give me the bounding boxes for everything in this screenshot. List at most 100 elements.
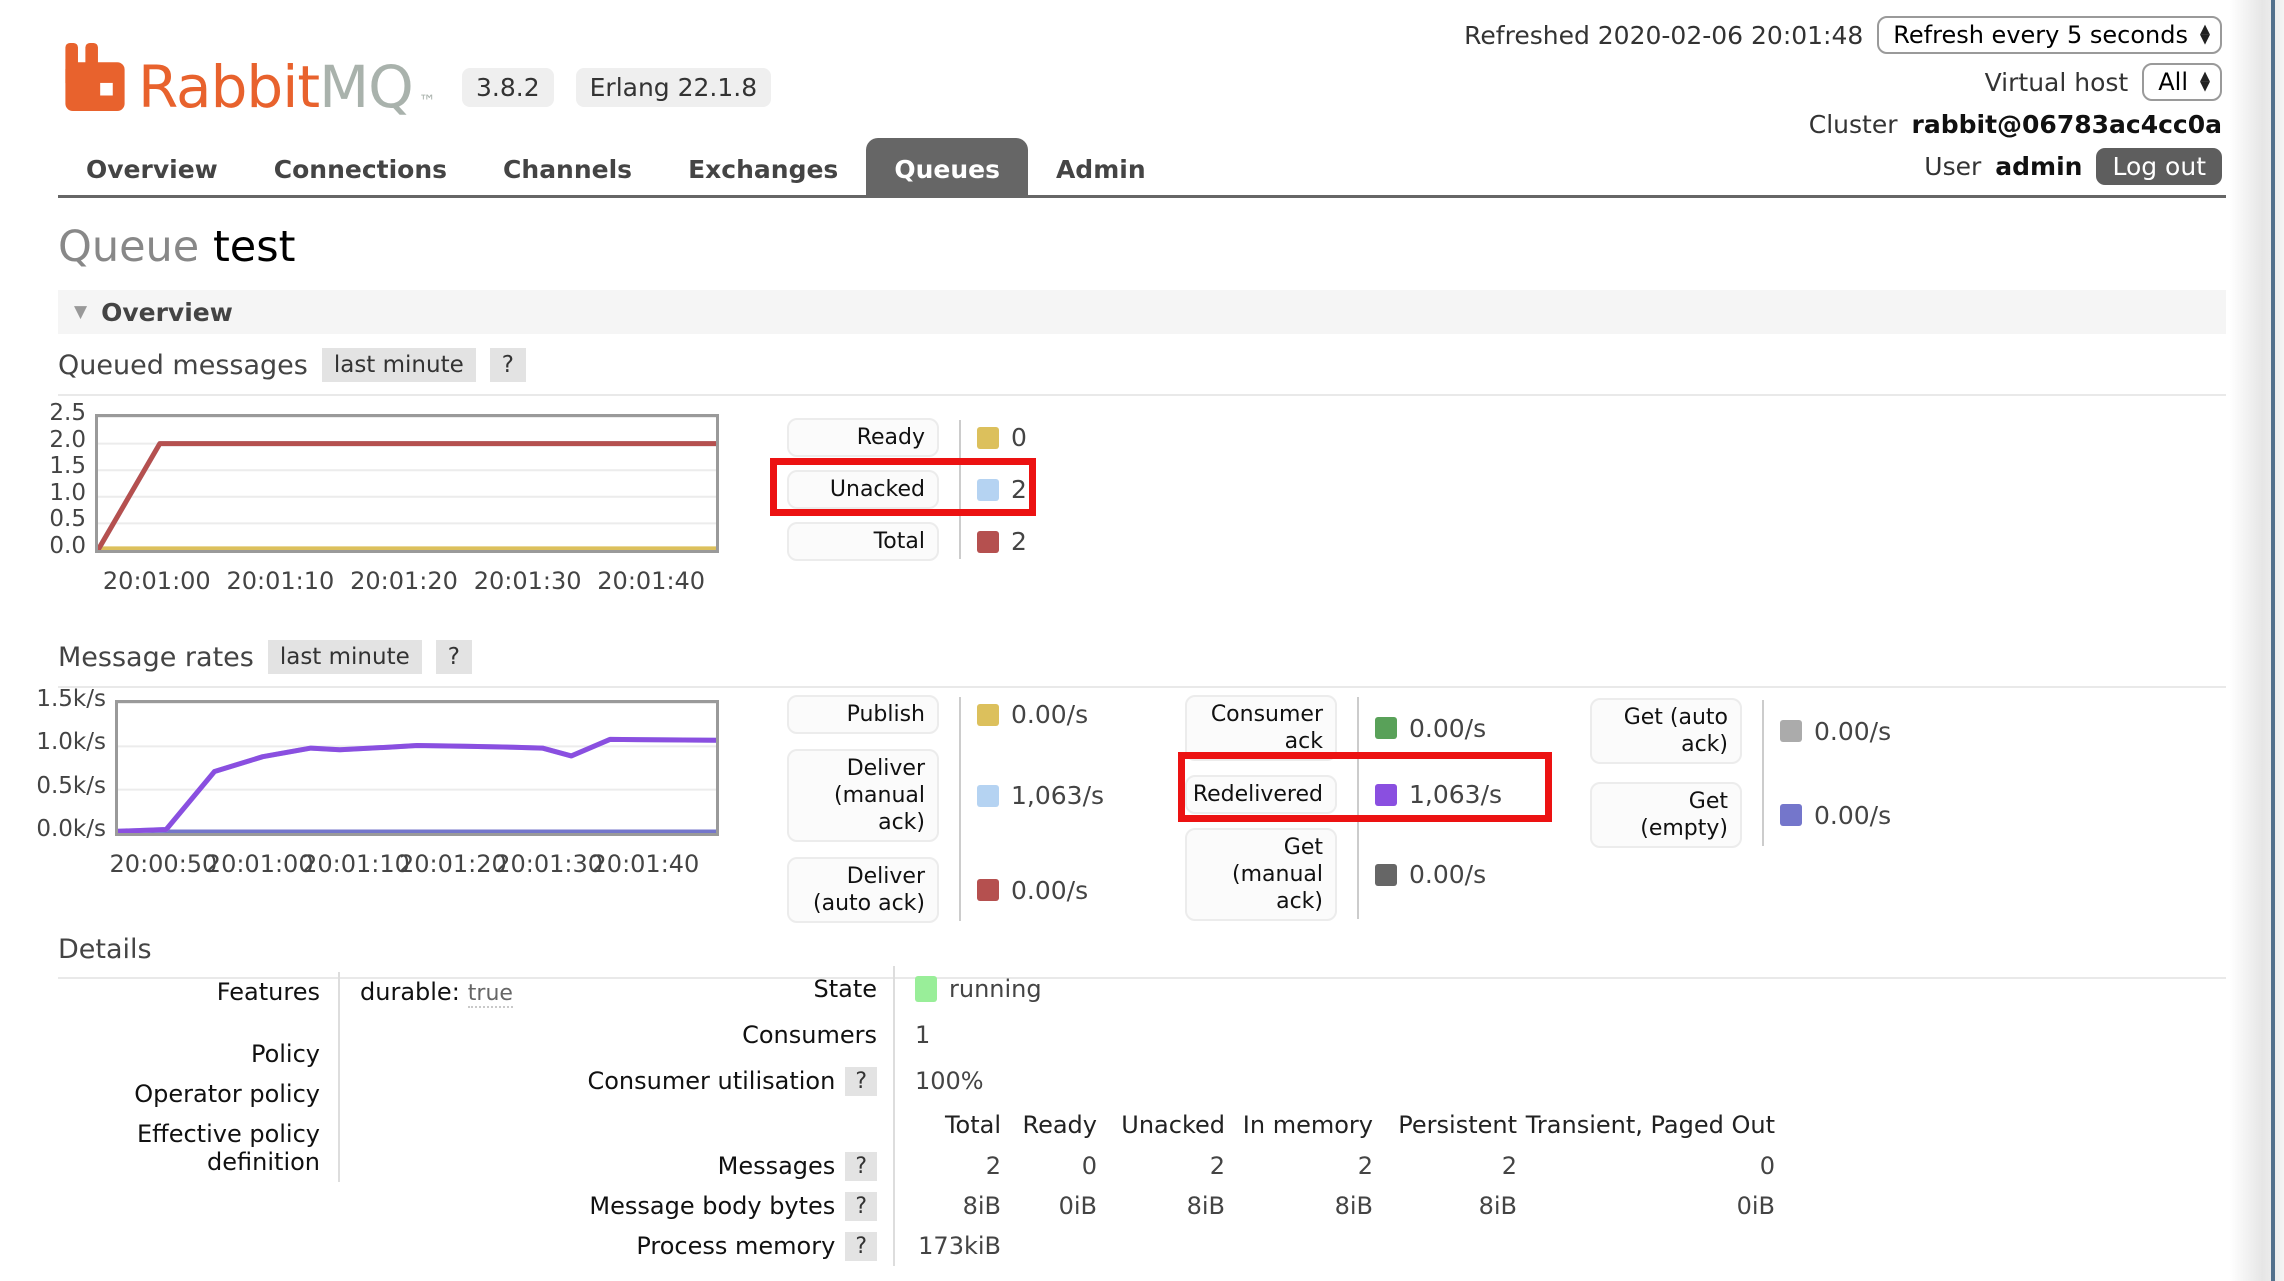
redelivered-value: 1,063/s (1409, 780, 1502, 809)
legend-row-total: Total 2 (787, 522, 1027, 561)
get-auto-value: 0.00/s (1814, 717, 1891, 746)
deliver-auto-value: 0.00/s (1011, 876, 1088, 905)
message-body-bytes-row: Message body bytes? 8iB 0iB 8iB 8iB 8iB … (433, 1186, 1775, 1226)
logo-trademark: ™ (419, 92, 436, 120)
window-edge-scrollbar[interactable] (2230, 0, 2284, 1281)
rabbitmq-logo[interactable]: RabbitMQ ™ (58, 40, 436, 120)
main-nav-tabs: Overview Connections Channels Exchanges … (58, 138, 2226, 198)
get-auto-swatch (1780, 720, 1802, 742)
vhost-label: Virtual host (1985, 68, 2129, 97)
legend-row-get-auto: Get (auto ack) 0.00/s (1590, 698, 1891, 764)
tab-admin[interactable]: Admin (1028, 142, 1174, 195)
legend-label-get-empty[interactable]: Get (empty) (1590, 782, 1742, 848)
select-arrows-icon: ▲▼ (2200, 25, 2210, 45)
ready-value: 0 (1011, 423, 1027, 452)
process-memory-row: Process memory? 173kiB (433, 1226, 1775, 1266)
legend-row-redelivered: Redelivered 1,063/s (1185, 775, 1502, 814)
rabbitmq-icon (58, 40, 132, 120)
queued-messages-legend: Ready 0 Unacked 2 Total 2 (787, 418, 1027, 561)
legend-row-publish: Publish 0.00/s (787, 695, 1104, 734)
legend-label-deliver-manual[interactable]: Deliver (manual ack) (787, 749, 939, 842)
messages-row: Messages? 2 0 2 2 2 0 (433, 1146, 1775, 1186)
tab-connections[interactable]: Connections (246, 142, 475, 195)
total-swatch (977, 531, 999, 553)
consumers-value: 1 (893, 1012, 930, 1058)
legend-label-get-manual[interactable]: Get (manual ack) (1185, 828, 1337, 921)
legend-row-get-manual: Get (manual ack) 0.00/s (1185, 828, 1502, 921)
redelivered-swatch (1375, 784, 1397, 806)
legend-label-total[interactable]: Total (787, 522, 939, 561)
version-badges: 3.8.2 Erlang 22.1.8 (462, 68, 771, 107)
legend-label-get-auto[interactable]: Get (auto ack) (1590, 698, 1742, 764)
get-manual-value: 0.00/s (1409, 860, 1486, 889)
rates-legend-col3: Get (auto ack) 0.00/s Get (empty) 0.00/s (1590, 698, 1891, 848)
unacked-swatch (977, 479, 999, 501)
rates-legend-col1: Publish 0.00/s Deliver (manual ack) 1,06… (787, 695, 1104, 923)
details-right-block: State running Consumers 1 Consumer utili… (433, 966, 1775, 1266)
page-title: Queue test (58, 222, 296, 272)
effective-policy-label: Effective policy definition (58, 1114, 338, 1182)
message-body-bytes-label: Message body bytes (589, 1192, 835, 1220)
publish-swatch (977, 704, 999, 726)
stats-column-headers: Total Ready Unacked In memory Persistent… (915, 1111, 1775, 1139)
deliver-manual-value: 1,063/s (1011, 781, 1104, 810)
help-icon[interactable]: ? (490, 348, 526, 382)
help-icon[interactable]: ? (845, 1152, 877, 1181)
rates-legend-col2: Consumer ack 0.00/s Redelivered 1,063/s … (1185, 695, 1502, 921)
time-range-badge[interactable]: last minute (268, 640, 422, 674)
get-empty-value: 0.00/s (1814, 801, 1891, 830)
message-rates-heading: Message rates last minute ? (58, 640, 2226, 688)
legend-label-unacked[interactable]: Unacked (787, 470, 939, 509)
process-memory-values: 173kiB (915, 1232, 1775, 1260)
state-row: State running (433, 966, 1775, 1012)
collapse-triangle-icon: ▼ (74, 302, 87, 322)
message-body-bytes-values: 8iB 0iB 8iB 8iB 8iB 0iB (915, 1192, 1775, 1220)
deliver-auto-swatch (977, 879, 999, 901)
consumer-ack-value: 0.00/s (1409, 714, 1486, 743)
consumers-row: Consumers 1 (433, 1012, 1775, 1058)
tab-channels[interactable]: Channels (475, 142, 660, 195)
legend-label-deliver-auto[interactable]: Deliver (auto ack) (787, 857, 939, 923)
legend-label-consumer-ack[interactable]: Consumer ack (1185, 695, 1337, 761)
tab-queues[interactable]: Queues (866, 138, 1028, 195)
publish-value: 0.00/s (1011, 700, 1088, 729)
legend-label-publish[interactable]: Publish (787, 695, 939, 734)
help-icon[interactable]: ? (845, 1067, 877, 1096)
refreshed-label: Refreshed 2020-02-06 20:01:48 (1464, 21, 1863, 50)
chart-plot-area (95, 414, 719, 553)
logo-text: RabbitMQ (138, 54, 413, 120)
total-value: 2 (1011, 527, 1027, 556)
refresh-interval-select[interactable]: Refresh every 5 seconds ▲▼ (1877, 16, 2222, 54)
help-icon[interactable]: ? (845, 1232, 877, 1261)
utilisation-row: Consumer utilisation? 100% (433, 1058, 1775, 1104)
legend-label-redelivered[interactable]: Redelivered (1185, 775, 1337, 814)
get-empty-swatch (1780, 804, 1802, 826)
legend-row-unacked: Unacked 2 (787, 470, 1027, 509)
x-axis-labels: 20:01:0020:01:1020:01:2020:01:3020:01:40 (95, 559, 713, 593)
tab-exchanges[interactable]: Exchanges (660, 142, 866, 195)
stats-header-row: Total Ready Unacked In memory Persistent… (433, 1104, 1775, 1146)
erlang-version-badge: Erlang 22.1.8 (576, 68, 772, 107)
features-label: Features (58, 972, 338, 1034)
legend-label-ready[interactable]: Ready (787, 418, 939, 457)
process-memory-label: Process memory (636, 1232, 835, 1260)
select-arrows-icon: ▲▼ (2200, 72, 2210, 92)
legend-row-consumer-ack: Consumer ack 0.00/s (1185, 695, 1502, 761)
consumers-label: Consumers (433, 1021, 893, 1049)
time-range-badge[interactable]: last minute (322, 348, 476, 382)
cluster-name: rabbit@06783ac4cc0a (1912, 110, 2222, 139)
unacked-value: 2 (1011, 475, 1027, 504)
help-icon[interactable]: ? (845, 1192, 877, 1221)
help-icon[interactable]: ? (436, 640, 472, 674)
legend-row-deliver-auto: Deliver (auto ack) 0.00/s (787, 857, 1104, 923)
legend-row-ready: Ready 0 (787, 418, 1027, 457)
queued-messages-heading: Queued messages last minute ? (58, 348, 2226, 396)
utilisation-label: Consumer utilisation? (433, 1067, 893, 1096)
tab-overview[interactable]: Overview (58, 142, 246, 195)
legend-row-get-empty: Get (empty) 0.00/s (1590, 782, 1891, 848)
overview-section-toggle[interactable]: ▼ Overview (58, 290, 2226, 334)
x-axis-labels: 20:00:5020:01:0020:01:1020:01:2020:01:30… (115, 842, 713, 876)
utilisation-value: 100% (893, 1058, 984, 1104)
messages-label: Messages (718, 1152, 836, 1180)
vhost-select[interactable]: All ▲▼ (2142, 63, 2222, 101)
